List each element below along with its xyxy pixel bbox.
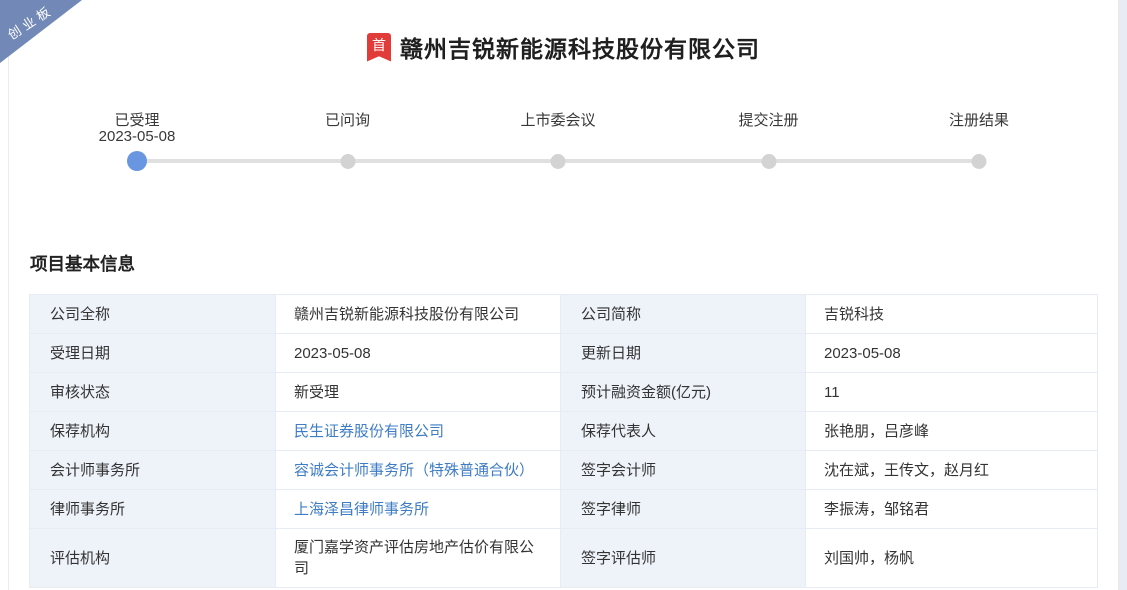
field-label-cell: 评估机构 bbox=[29, 528, 276, 588]
project-info-table: 公司全称 赣州吉锐新能源科技股份有限公司 公司简称 吉锐科技 受理日期 2023-05-0… bbox=[29, 294, 1098, 588]
ipo-first-badge-icon: 首 bbox=[367, 32, 391, 62]
field-label-cell: 律师事务所 bbox=[29, 489, 276, 529]
field-label-cell: 公司全称 bbox=[29, 294, 276, 334]
timeline-step-label: 提交注册 bbox=[738, 112, 799, 129]
table-row: 律师事务所 上海泽昌律师事务所 签字律师 李振涛，邹铭君 bbox=[29, 489, 1098, 529]
scrollbar-track[interactable] bbox=[1119, 0, 1127, 590]
field-value-link[interactable]: 上海泽昌律师事务所 bbox=[294, 501, 429, 518]
timeline-step-dot-pending bbox=[550, 154, 566, 169]
company-title: 赣州吉锐新能源科技股份有限公司 bbox=[400, 36, 760, 62]
field-value-cell: 吉锐科技 bbox=[805, 294, 1098, 334]
table-row: 评估机构 厦门嘉学资产评估房地产估价有限公司 签字评估师 刘国帅，杨帆 bbox=[29, 528, 1098, 588]
field-label-cell: 签字律师 bbox=[560, 489, 806, 529]
field-label-cell: 会计师事务所 bbox=[29, 450, 276, 490]
field-value-cell: 厦门嘉学资产评估房地产估价有限公司 bbox=[275, 528, 561, 588]
review-status-timeline: 已受理 2023-05-08 已问询 上市委会议 提交注册 注册结果 bbox=[0, 103, 1127, 183]
field-label-cell: 签字会计师 bbox=[560, 450, 806, 490]
timeline-step-label: 已问询 bbox=[324, 112, 371, 129]
timeline-step-label: 注册结果 bbox=[948, 112, 1010, 129]
section-title: 项目基本信息 bbox=[30, 254, 135, 274]
timeline-step-dot-pending bbox=[761, 154, 776, 169]
field-label-cell: 保荐机构 bbox=[29, 411, 276, 451]
field-value-cell: 李振涛，邹铭君 bbox=[805, 489, 1098, 529]
table-row: 公司全称 赣州吉锐新能源科技股份有限公司 公司简称 吉锐科技 bbox=[29, 294, 1098, 334]
field-label-cell: 保荐代表人 bbox=[560, 411, 806, 451]
field-value-cell: 11 bbox=[805, 372, 1098, 412]
table-row: 会计师事务所 容诚会计师事务所（特殊普通合伙） 签字会计师 沈在斌，王传文，赵月红 bbox=[29, 450, 1098, 490]
field-value-cell: 赣州吉锐新能源科技股份有限公司 bbox=[275, 294, 561, 334]
field-value-cell: 张艳朋，吕彦峰 bbox=[805, 411, 1098, 451]
field-value-cell: 新受理 bbox=[275, 372, 561, 412]
table-row: 保荐机构 民生证券股份有限公司 保荐代表人 张艳朋，吕彦峰 bbox=[29, 411, 1098, 451]
field-value-link[interactable]: 民生证券股份有限公司 bbox=[294, 423, 444, 440]
field-label-cell: 受理日期 bbox=[29, 333, 276, 373]
field-label-cell: 公司简称 bbox=[560, 294, 806, 334]
page-header: 首 赣州吉锐新能源科技股份有限公司 bbox=[0, 30, 1127, 64]
timeline-step-dot-pending bbox=[971, 154, 987, 169]
field-value-cell: 刘国帅，杨帆 bbox=[805, 528, 1098, 588]
timeline-step-label: 上市委会议 bbox=[520, 112, 596, 129]
field-label-cell: 预计融资金额(亿元) bbox=[560, 372, 806, 412]
field-value-link[interactable]: 容诚会计师事务所（特殊普通合伙） bbox=[294, 462, 534, 479]
timeline-step-dot-active bbox=[127, 151, 147, 171]
field-value-cell: 民生证券股份有限公司 bbox=[275, 411, 561, 451]
field-value-cell: 沈在斌，王传文，赵月红 bbox=[805, 450, 1098, 490]
field-label-cell: 审核状态 bbox=[29, 372, 276, 412]
timeline-step-date: 2023-05-08 bbox=[98, 128, 176, 145]
field-label-cell: 更新日期 bbox=[560, 333, 806, 373]
field-value-cell: 容诚会计师事务所（特殊普通合伙） bbox=[275, 450, 561, 490]
project-page: 创业板 首 赣州吉锐新能源科技股份有限公司 已受理 2023-05-08 已问询 上市… bbox=[0, 0, 1127, 590]
field-value-cell: 上海泽昌律师事务所 bbox=[275, 489, 561, 529]
table-row: 审核状态 新受理 预计融资金额(亿元) 11 bbox=[29, 372, 1098, 412]
table-row: 受理日期 2023-05-08 更新日期 2023-05-08 bbox=[29, 333, 1098, 373]
field-value-cell: 2023-05-08 bbox=[805, 333, 1098, 373]
project-info-table-body: 公司全称 赣州吉锐新能源科技股份有限公司 公司简称 吉锐科技 受理日期 2023-05-0… bbox=[29, 294, 1098, 588]
field-value-cell: 2023-05-08 bbox=[275, 333, 561, 373]
page-left-border bbox=[8, 0, 9, 590]
timeline-step-dot-pending bbox=[340, 154, 355, 169]
timeline-step-label: 已受理 bbox=[114, 112, 160, 129]
field-label-cell: 签字评估师 bbox=[560, 528, 806, 588]
